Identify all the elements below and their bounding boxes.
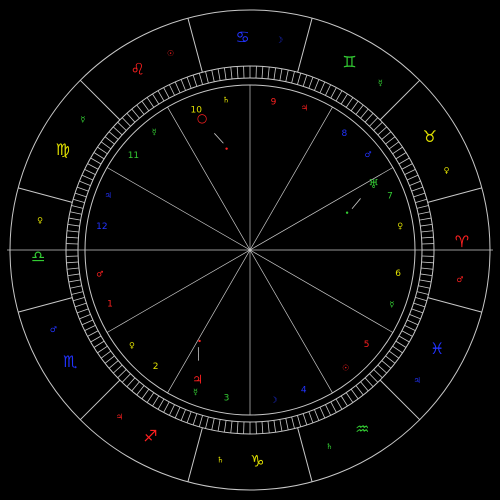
- house-number-6: 6: [395, 269, 401, 279]
- house-ruler-1: ♂: [96, 269, 103, 278]
- pisces-sign-ruler: ♃: [413, 376, 420, 385]
- house-number-8: 8: [342, 129, 348, 139]
- house-ruler-4: ☽: [270, 396, 277, 405]
- house-number-5: 5: [364, 340, 370, 350]
- gemini-sign-glyph: ♊: [342, 52, 356, 71]
- astrology-chart-wheel: ♌☉♋ ☽♊☿♉♀♈♂♓♃♒♄♑♄♐♃♏♂♎♀♍☿ 10♄ 9♃8♂7♀6☿5☉4☽…: [0, 0, 500, 500]
- house-number-3: 3: [224, 394, 230, 404]
- capricorn-sign-glyph: ♑: [250, 451, 264, 470]
- house-ruler-9: ♃: [301, 104, 308, 113]
- house-ruler-8: ♂: [365, 150, 372, 159]
- house-number-9: 9: [271, 97, 277, 107]
- house-ruler-3: ☿: [193, 387, 198, 396]
- sagittarius-sign-ruler: ♃: [116, 413, 123, 422]
- leo-sign-ruler: ☉: [167, 49, 174, 58]
- house-ruler-7: ♀: [397, 222, 403, 231]
- house-number-2: 2: [153, 362, 159, 372]
- uranus-planet-marker: [345, 211, 349, 214]
- leo-sign-glyph: ♌: [130, 60, 144, 79]
- aries-sign-ruler: ♂: [456, 275, 463, 284]
- pisces-sign-glyph: ♓: [430, 339, 444, 358]
- scorpio-sign-ruler: ♂: [50, 325, 57, 334]
- sun-planet: ○: [197, 111, 207, 125]
- house-ruler-11: ☿: [152, 127, 157, 136]
- taurus-sign-glyph: ♉: [423, 127, 437, 146]
- libra-sign-ruler: ♀: [37, 216, 43, 225]
- scorpio-sign-glyph: ♏: [63, 352, 77, 371]
- aquarius-sign-ruler: ♄: [326, 442, 333, 451]
- house-ruler-10: ♄: [223, 95, 230, 104]
- capricorn-sign-ruler: ♄: [217, 455, 224, 464]
- libra-sign-glyph: ♎: [31, 247, 45, 266]
- aquarius-sign-glyph: ♒: [355, 419, 369, 438]
- virgo-sign-glyph: ♍: [56, 140, 70, 159]
- house-number-11: 11: [128, 151, 139, 161]
- house-number-7: 7: [387, 192, 393, 202]
- sun-planet-marker: [225, 147, 228, 150]
- cancer-sign-glyph: ♋: [235, 28, 249, 47]
- cancer-sign-ruler: ☽: [276, 36, 283, 45]
- house-number-12: 12: [96, 222, 107, 232]
- house-number-1: 1: [107, 299, 113, 309]
- gemini-sign-ruler: ☿: [378, 78, 383, 87]
- sagittarius-sign-glyph: ♐: [143, 427, 157, 446]
- house-ruler-6: ☿: [389, 300, 394, 309]
- taurus-sign-ruler: ♀: [444, 166, 450, 175]
- aries-sign-glyph: ♈: [455, 232, 469, 251]
- jupiter-planet: ♃: [192, 372, 203, 386]
- house-ruler-5: ☉: [342, 364, 349, 373]
- house-ruler-12: ♃: [105, 191, 112, 200]
- virgo-sign-ruler: ☿: [80, 115, 85, 124]
- house-ruler-2: ♀: [129, 341, 135, 350]
- jupiter-planet-marker: [198, 339, 201, 343]
- uranus-planet: ♅: [368, 177, 379, 191]
- house-number-4: 4: [301, 386, 307, 396]
